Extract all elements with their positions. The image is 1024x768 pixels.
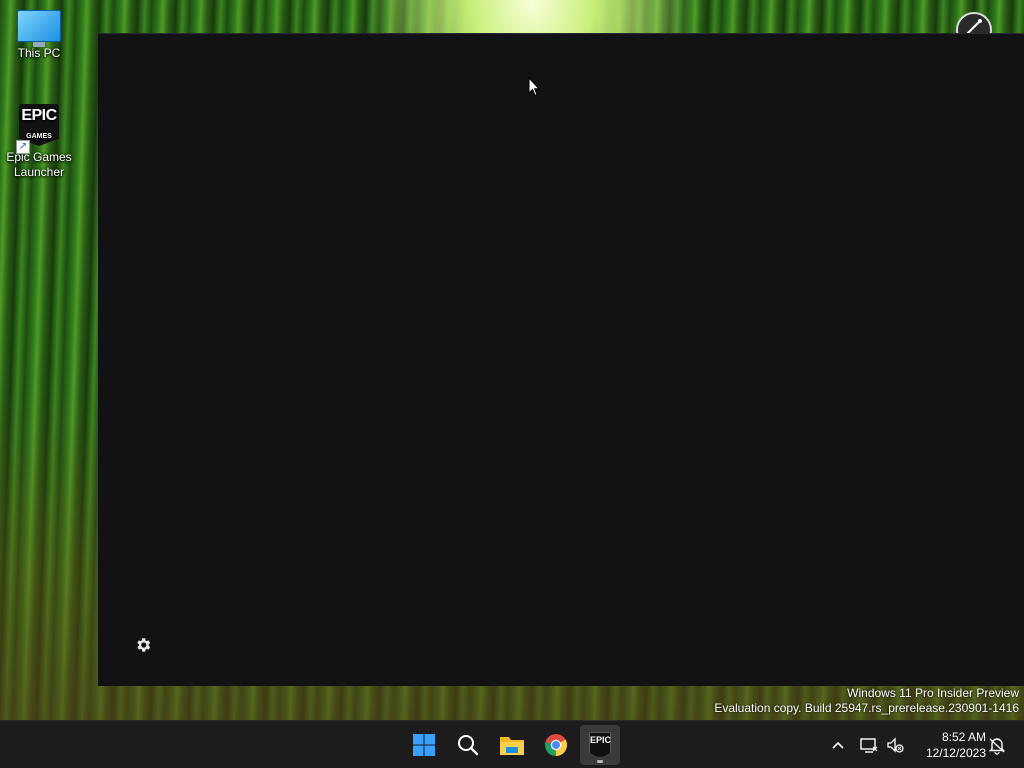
mouse-cursor-icon (528, 76, 541, 97)
network-icon[interactable] (859, 735, 879, 755)
start-button[interactable] (404, 725, 444, 765)
epic-games-launcher-window[interactable] (98, 33, 1024, 686)
shortcut-arrow-icon: ↗ (16, 140, 30, 154)
desktop-wallpaper: This PC EPIC GAMES ↗ Epic Games Launcher… (0, 0, 1024, 720)
clock-time: 8:52 AM (941, 730, 986, 744)
epic-games-icon: EPIC (589, 732, 611, 758)
windows-logo-icon (413, 734, 435, 756)
gear-icon[interactable] (134, 636, 152, 654)
system-clock[interactable]: 8:52 AM 12/12/2023 (912, 729, 986, 761)
folder-icon (500, 737, 524, 755)
desktop-icon-label: Epic Games Launcher (6, 150, 72, 179)
chevron-up-icon[interactable] (828, 735, 848, 755)
windows-watermark: Windows 11 Pro Insider Preview Evaluatio… (714, 686, 1019, 716)
epic-games-taskbar-button[interactable]: EPIC (580, 725, 620, 765)
search-button[interactable] (448, 725, 488, 765)
watermark-line-build: Evaluation copy. Build 25947.rs_prerelea… (714, 701, 1019, 715)
desktop-icon-label: This PC (17, 46, 61, 60)
desktop-icon-epic-games-launcher[interactable]: EPIC GAMES ↗ Epic Games Launcher (4, 104, 74, 180)
desktop-icon-this-pc[interactable]: This PC (4, 10, 74, 61)
chrome-button[interactable] (536, 725, 576, 765)
taskbar: EPIC 8:52 AM 12/12/2023 (0, 720, 1024, 768)
notification-bell-icon[interactable] (987, 735, 1007, 755)
search-icon (458, 735, 479, 756)
running-indicator (597, 760, 603, 763)
clock-date: 12/12/2023 (925, 746, 986, 760)
watermark-line-edition: Windows 11 Pro Insider Preview (847, 686, 1019, 700)
volume-muted-icon[interactable] (885, 735, 905, 755)
monitor-icon (17, 10, 61, 47)
file-explorer-button[interactable] (492, 725, 532, 765)
chrome-icon (545, 734, 567, 756)
